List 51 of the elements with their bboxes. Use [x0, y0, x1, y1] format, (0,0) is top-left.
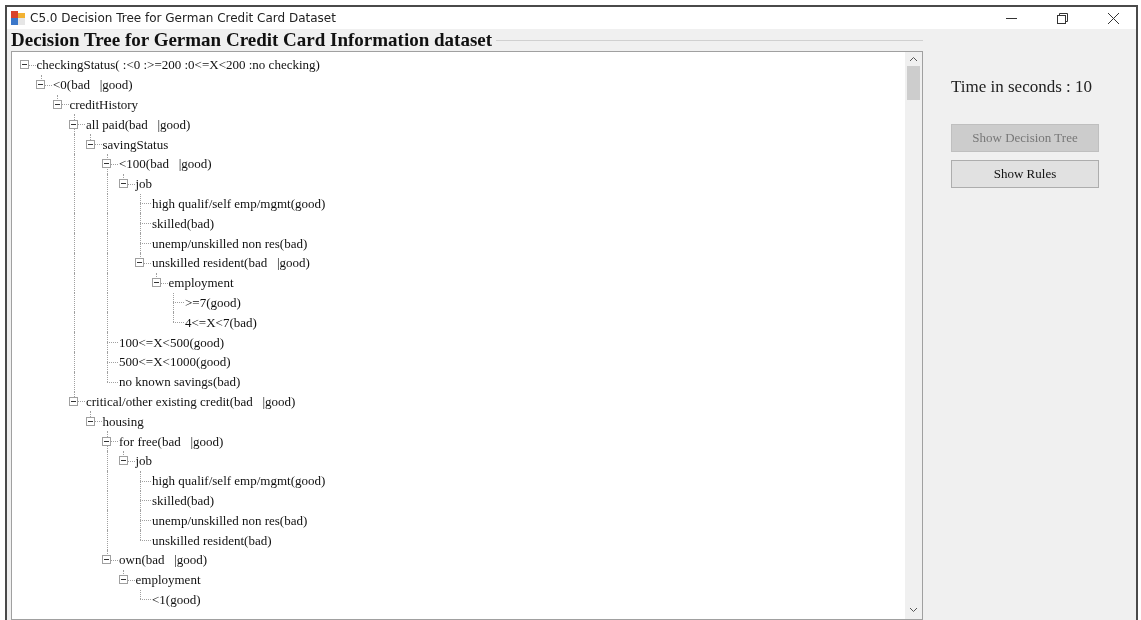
collapse-icon[interactable] [69, 119, 79, 129]
collapse-icon[interactable] [19, 60, 29, 70]
tree-node[interactable]: savingStatus [98, 135, 169, 153]
restore-icon [1056, 12, 1068, 24]
timer-label: Time in seconds : 10 [951, 77, 1094, 97]
collapse-icon[interactable] [85, 139, 95, 149]
collapse-icon[interactable] [102, 436, 112, 446]
tree-node[interactable]: skilled(bad) [148, 214, 215, 232]
tree-node[interactable]: own(bad |good) [115, 551, 208, 569]
tree-node[interactable]: all paid(bad |good) [82, 115, 191, 133]
action-button[interactable]: Show Rules [951, 160, 1099, 188]
group-title: Decision Tree for German Credit Card Information dataset [11, 29, 493, 51]
collapse-icon[interactable] [85, 416, 95, 426]
tree-node[interactable]: unskilled resident(bad |good) [148, 254, 310, 272]
tree-node[interactable]: checkingStatus( :<0 :>=200 :0<=X<200 :no checking) [32, 56, 320, 74]
tree-node[interactable]: unskilled resident(bad) [148, 531, 272, 549]
tree-node[interactable]: skilled(bad) [148, 491, 215, 509]
app-icon [11, 11, 25, 25]
tree-node[interactable]: 4<=X<7(bad) [181, 313, 257, 331]
tree-node[interactable]: job [131, 175, 153, 193]
collapse-icon[interactable] [102, 159, 112, 169]
tree-node[interactable]: unemp/unskilled non res(bad) [148, 511, 308, 529]
window-title: C5.0 Decision Tree for German Credit Card Dataset [30, 11, 337, 25]
collapse-icon[interactable] [52, 100, 62, 109]
tree-node[interactable]: no known savings(bad) [115, 373, 241, 391]
tree-node[interactable]: <1(good) [148, 590, 201, 608]
tree-node[interactable]: <0(bad |good) [49, 76, 133, 94]
tree-node[interactable]: high qualif/self emp/mgmt(good) [148, 472, 326, 490]
collapse-icon[interactable] [151, 278, 161, 288]
collapse-icon[interactable] [118, 179, 128, 189]
tree-node[interactable]: 100<=X<500(good) [115, 333, 225, 351]
collapse-icon[interactable] [102, 555, 112, 565]
tree-node[interactable]: 500<=X<1000(good) [115, 353, 231, 371]
tree-node[interactable]: employment [164, 274, 234, 292]
close-icon [1107, 12, 1119, 24]
tree-node[interactable]: unemp/unskilled non res(bad) [148, 234, 308, 252]
tree-node[interactable]: critical/other existing credit(bad |good) [82, 392, 296, 410]
tree-node[interactable]: housing [98, 412, 144, 430]
collapse-icon[interactable] [118, 575, 128, 585]
collapse-icon[interactable] [69, 396, 79, 406]
tree-node[interactable]: high qualif/self emp/mgmt(good) [148, 194, 326, 212]
scroll-thumb[interactable] [907, 66, 920, 100]
collapse-icon[interactable] [36, 80, 46, 90]
tree-node[interactable]: job [131, 452, 153, 470]
tree-node[interactable]: >=7(good) [181, 293, 241, 311]
collapse-icon[interactable] [118, 456, 128, 466]
collapse-icon[interactable] [135, 258, 145, 268]
tree-node[interactable]: for free(bad |good) [115, 432, 224, 450]
tree-node[interactable]: <100(bad |good) [115, 155, 212, 173]
tree-node[interactable]: creditHistory [65, 96, 139, 113]
tree-node[interactable]: employment [131, 571, 201, 589]
